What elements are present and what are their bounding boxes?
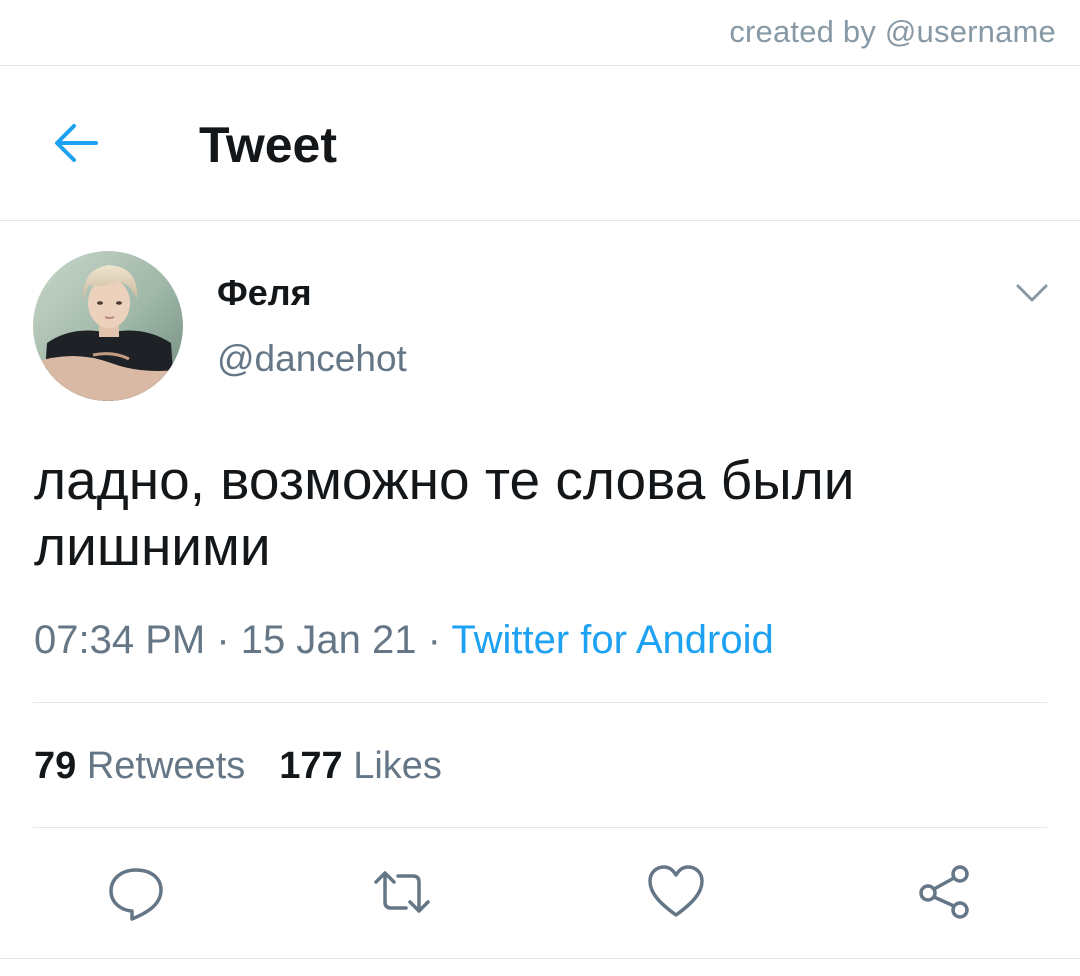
- tweet-menu-button[interactable]: [1012, 278, 1052, 308]
- author-handle[interactable]: @dancehot: [217, 338, 407, 380]
- likes-stat[interactable]: 177 Likes: [279, 745, 442, 787]
- reply-button[interactable]: [106, 862, 166, 922]
- meta-separator: ·: [216, 618, 230, 662]
- retweet-button[interactable]: [372, 862, 432, 922]
- author-name[interactable]: Феля: [217, 272, 312, 314]
- share-icon: [919, 865, 969, 919]
- like-button[interactable]: [646, 862, 706, 922]
- heart-icon: [648, 865, 704, 917]
- tweet-source-link[interactable]: Twitter for Android: [451, 618, 773, 662]
- retweets-count: 79: [34, 745, 77, 787]
- chevron-down-icon: [1016, 284, 1048, 302]
- retweets-label: Retweets: [86, 745, 246, 787]
- tweet-date: 15 Jan 21: [240, 618, 417, 662]
- credit-bar: created by @username: [0, 0, 1080, 66]
- likes-label: Likes: [353, 745, 442, 787]
- header-bar: Tweet: [0, 66, 1080, 221]
- page-title: Tweet: [199, 117, 337, 173]
- meta-separator: ·: [427, 618, 441, 662]
- reply-icon: [109, 868, 163, 921]
- tweet-text: ладно, возможно те слова были лишними: [34, 449, 855, 577]
- back-button[interactable]: [48, 118, 106, 168]
- avatar-image: [33, 251, 183, 401]
- retweets-stat[interactable]: 79 Retweets: [34, 745, 245, 787]
- credit-text: created by @username: [729, 14, 1056, 49]
- share-button[interactable]: [914, 862, 974, 922]
- divider: [33, 702, 1047, 703]
- arrow-left-icon: [55, 124, 98, 162]
- bottom-divider: [0, 958, 1080, 959]
- tweet-time: 07:34 PM: [34, 618, 206, 662]
- likes-count: 177: [279, 745, 343, 787]
- divider: [33, 827, 1047, 828]
- tweet-meta: 07:34 PM · 15 Jan 21 · Twitter for Andro…: [34, 618, 774, 663]
- tweet-stats: 79 Retweets 177 Likes: [34, 745, 442, 788]
- avatar[interactable]: [33, 251, 183, 401]
- retweet-icon: [374, 871, 430, 913]
